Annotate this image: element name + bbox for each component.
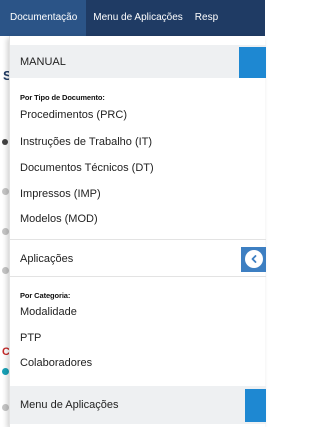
aplicacoes-header[interactable]: Aplicações	[10, 242, 266, 275]
link-procedimentos[interactable]: Procedimentos (PRC)	[20, 109, 127, 121]
background-bullet	[2, 139, 8, 145]
tab-documentacao[interactable]: Documentação	[0, 0, 87, 36]
manual-label: MANUAL	[20, 55, 66, 68]
top-navigation: Documentação Menu de Aplicações Resp	[0, 0, 265, 36]
manual-header[interactable]: MANUAL	[10, 45, 266, 78]
menu-aplicacoes-header[interactable]: Menu de Aplicações	[10, 386, 266, 424]
background-bullet	[2, 228, 9, 235]
menu-aplicacoes-action-button[interactable]	[245, 389, 266, 422]
background-bullet	[2, 267, 9, 274]
manual-action-button[interactable]	[239, 47, 266, 78]
link-colaboradores[interactable]: Colaboradores	[20, 357, 92, 369]
aplicacoes-label: Aplicações	[20, 252, 74, 265]
document-type-group-label: Por Tipo de Documento:	[20, 93, 105, 102]
link-documentos-tecnicos[interactable]: Documentos Técnicos (DT)	[20, 162, 154, 174]
link-ptp[interactable]: PTP	[20, 332, 41, 344]
link-modelos[interactable]: Modelos (MOD)	[20, 213, 98, 225]
category-group-label: Por Categoria:	[20, 291, 71, 300]
background-bullet	[2, 404, 9, 411]
link-impressos[interactable]: Impressos (IMP)	[20, 188, 101, 200]
background-bullet	[2, 188, 9, 195]
divider	[10, 239, 266, 240]
documentation-dropdown: MANUAL Por Tipo de Documento: Procedimen…	[9, 36, 266, 427]
tab-menu-de-aplicacoes[interactable]: Menu de Aplicações	[86, 0, 189, 36]
link-modalidade[interactable]: Modalidade	[20, 306, 77, 318]
link-instrucoes-trabalho[interactable]: Instruções de Trabalho (IT)	[20, 136, 152, 148]
tab-responsaveis[interactable]: Resp	[189, 0, 224, 36]
chevron-left-icon	[245, 250, 263, 268]
menu-aplicacoes-label: Menu de Aplicações	[20, 399, 119, 411]
aplicacoes-toggle-button[interactable]	[241, 247, 266, 272]
background-bullet	[2, 368, 9, 375]
divider	[10, 276, 266, 277]
